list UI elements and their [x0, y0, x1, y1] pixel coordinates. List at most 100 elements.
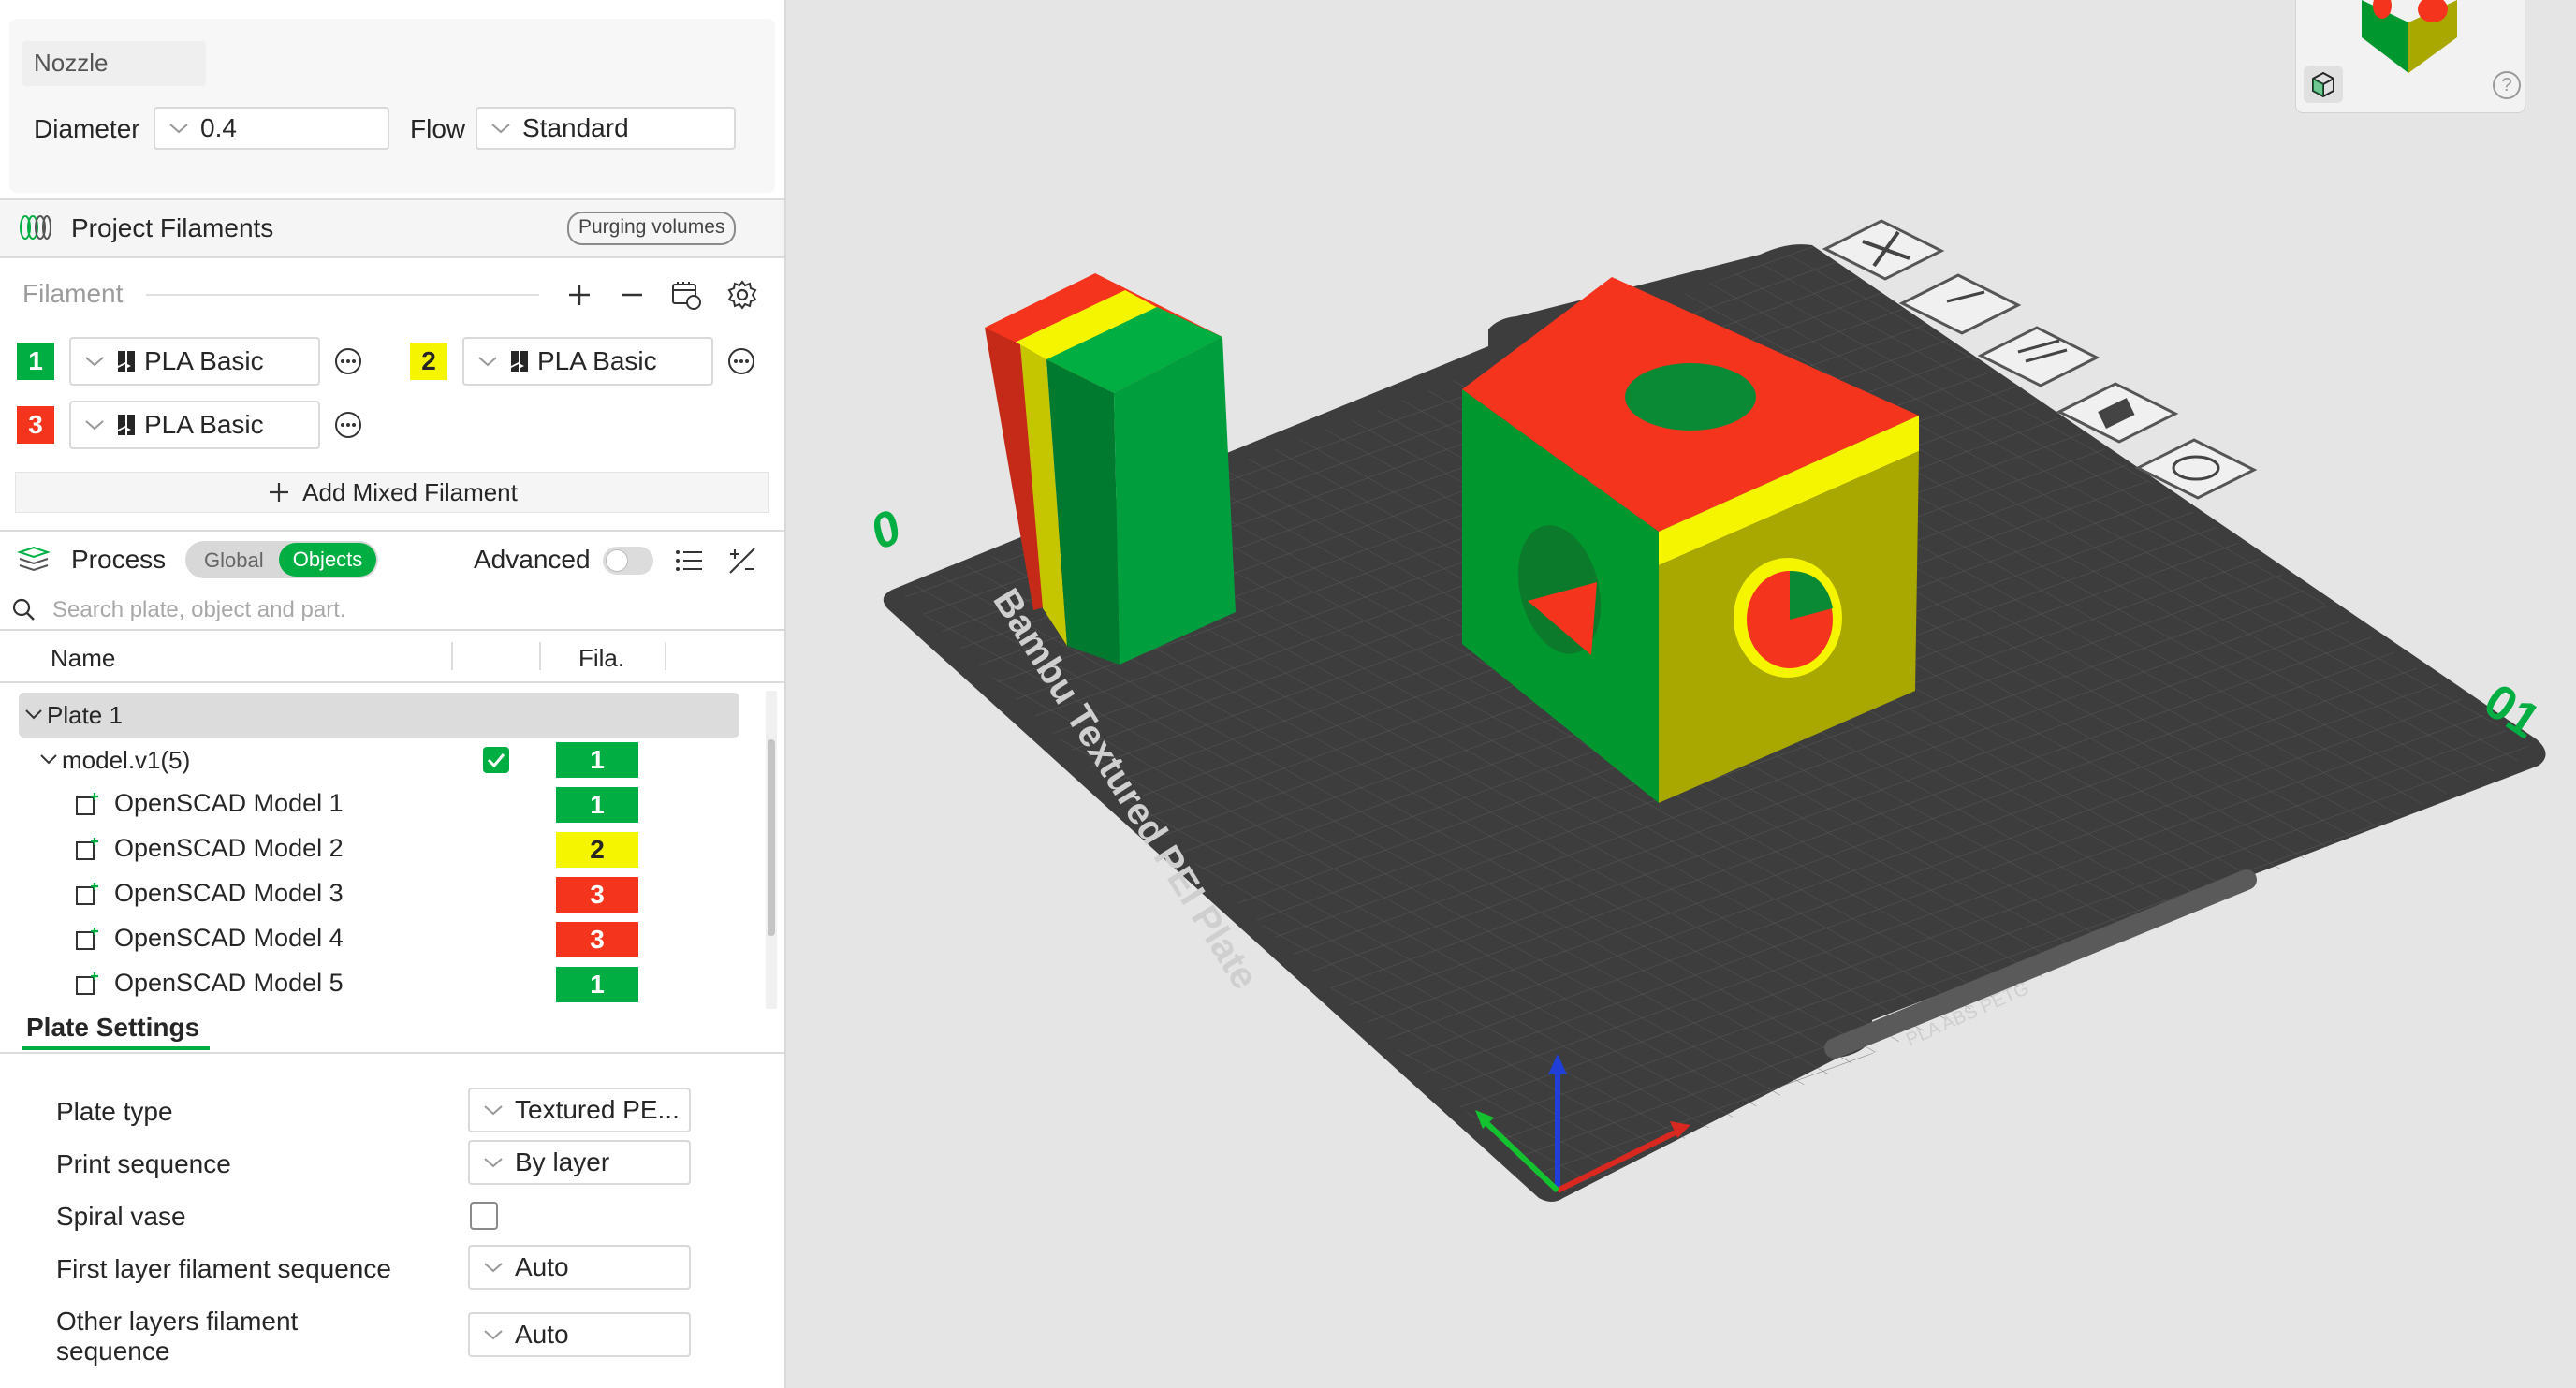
chevron-down-icon [484, 1158, 503, 1168]
search-icon [12, 598, 35, 621]
3d-viewport[interactable]: Bambu Textured PEI Plate PLA ABS PETG 0 … [786, 0, 2576, 1388]
chevron-down-icon [484, 1330, 503, 1340]
help-icon[interactable]: ? [2493, 71, 2521, 99]
advanced-switch-knob [606, 549, 628, 572]
filament-2-dropdown[interactable]: PLA Basic [462, 337, 713, 386]
search-input[interactable]: Search plate, object and part. [52, 597, 346, 623]
plate-type-label: Plate type [56, 1097, 173, 1126]
model-filament-badge[interactable]: 1 [556, 742, 638, 778]
print-sequence-dropdown[interactable]: By layer [468, 1140, 691, 1185]
part-name: OpenSCAD Model 5 [114, 969, 344, 997]
advanced-switch[interactable] [603, 547, 653, 575]
filament-3-dropdown[interactable]: PLA Basic [69, 401, 320, 449]
add-filament-icon[interactable] [565, 281, 593, 309]
bambu-logo-icon [511, 351, 528, 372]
diameter-label: Diameter [34, 114, 140, 143]
chevron-down-icon[interactable] [24, 708, 43, 721]
filament-2-more-icon[interactable] [726, 346, 756, 376]
search-bar[interactable]: Search plate, object and part. [0, 590, 784, 631]
filament-1-more-icon[interactable] [333, 346, 363, 376]
filament-spool-icon [20, 215, 51, 240]
part-filament-badge[interactable]: 1 [556, 967, 638, 1002]
toggle-global-option[interactable]: Global [204, 548, 264, 573]
part-filament-badge[interactable]: 2 [556, 832, 638, 868]
part-row-1[interactable]: OpenSCAD Model 1 [75, 789, 344, 818]
spiral-vase-checkbox[interactable] [470, 1202, 498, 1230]
divider [0, 1052, 784, 1054]
part-row-4[interactable]: OpenSCAD Model 4 [75, 924, 344, 953]
filament-sync-icon[interactable] [670, 279, 702, 311]
column-divider [539, 642, 541, 670]
process-label: Process [71, 545, 167, 574]
part-filament-badge[interactable]: 1 [556, 787, 638, 823]
chevron-down-icon [478, 357, 497, 367]
add-mixed-filament-label: Add Mixed Filament [302, 477, 518, 506]
add-mixed-filament-button[interactable]: Add Mixed Filament [15, 472, 769, 513]
view-cube-button[interactable] [2304, 66, 2343, 103]
purging-volumes-button[interactable]: Purging volumes [567, 212, 737, 245]
filament-label: Filament [22, 279, 124, 308]
part-name: OpenSCAD Model 3 [114, 879, 344, 907]
diameter-dropdown[interactable]: 0.4 [154, 107, 389, 150]
nozzle-section-label: Nozzle [34, 49, 109, 77]
chevron-down-icon [484, 1263, 503, 1273]
filament-2-name: PLA Basic [537, 346, 657, 375]
first-layer-sequence-label: First layer filament sequence [56, 1254, 391, 1283]
flow-value: Standard [522, 113, 629, 142]
column-fila-header[interactable]: Fila. [578, 644, 624, 673]
part-filament-badge[interactable]: 3 [556, 877, 638, 913]
plate-row[interactable] [19, 693, 739, 738]
spiral-vase-label: Spiral vase [56, 1202, 186, 1231]
diameter-value: 0.4 [200, 113, 237, 142]
model-visible-checkbox[interactable] [483, 747, 509, 773]
flow-dropdown[interactable]: Standard [476, 107, 736, 150]
filament-1-name: PLA Basic [144, 346, 264, 375]
filament-1-dropdown[interactable]: PLA Basic [69, 337, 320, 386]
filament-label-line [146, 294, 539, 296]
advanced-label: Advanced [474, 545, 591, 574]
other-layers-sequence-dropdown[interactable]: Auto [468, 1312, 691, 1357]
first-layer-sequence-dropdown[interactable]: Auto [468, 1245, 691, 1290]
print-sequence-label: Print sequence [56, 1149, 231, 1178]
part-icon [76, 972, 98, 995]
filament-badge-3[interactable]: 3 [17, 406, 54, 444]
divider [0, 681, 784, 683]
filament-3-more-icon[interactable] [333, 410, 363, 440]
filament-badge-1[interactable]: 1 [17, 343, 54, 380]
gear-icon[interactable] [726, 279, 758, 311]
tab-underline [22, 1046, 210, 1050]
other-layers-sequence-value: Auto [515, 1320, 569, 1349]
plus-icon [270, 483, 289, 502]
list-icon[interactable] [674, 547, 704, 575]
chevron-down-icon[interactable] [39, 752, 58, 766]
part-name: OpenSCAD Model 4 [114, 924, 344, 952]
part-row-2[interactable]: OpenSCAD Model 2 [75, 834, 344, 863]
compare-settings-icon[interactable] [726, 545, 758, 577]
part-icon [76, 882, 98, 905]
part-icon [76, 837, 98, 860]
divider [0, 256, 784, 258]
part-name: OpenSCAD Model 2 [114, 834, 344, 862]
part-filament-badge[interactable]: 3 [556, 922, 638, 957]
plate-settings-tab[interactable]: Plate Settings [26, 1013, 199, 1043]
remove-filament-icon[interactable] [618, 281, 646, 309]
chevron-down-icon [169, 124, 188, 134]
column-divider [451, 642, 453, 670]
part-row-3[interactable]: OpenSCAD Model 3 [75, 879, 344, 908]
part-row-5[interactable]: OpenSCAD Model 5 [75, 969, 344, 998]
plate-origin-label: 0 [862, 500, 909, 561]
plate-name: Plate 1 [47, 701, 123, 729]
bambu-logo-icon [118, 415, 135, 435]
cube-icon [2312, 71, 2334, 98]
chevron-down-icon [85, 420, 104, 431]
toggle-objects-option[interactable]: Objects [279, 543, 376, 577]
object-list-scrollbar-thumb[interactable] [768, 739, 775, 936]
model-name[interactable]: model.v1(5) [62, 746, 190, 775]
column-name-header[interactable]: Name [51, 644, 115, 673]
plate-thumbnail-panel[interactable]: ? [2295, 0, 2525, 113]
filament-badge-2[interactable]: 2 [410, 343, 447, 380]
left-sidebar: Nozzle Diameter 0.4 Flow Standard Projec… [0, 0, 786, 1388]
plate-type-dropdown[interactable]: Textured PE... [468, 1088, 691, 1132]
scene-canvas[interactable]: Bambu Textured PEI Plate PLA ABS PETG 0 … [786, 0, 2576, 1388]
first-layer-sequence-value: Auto [515, 1252, 569, 1281]
